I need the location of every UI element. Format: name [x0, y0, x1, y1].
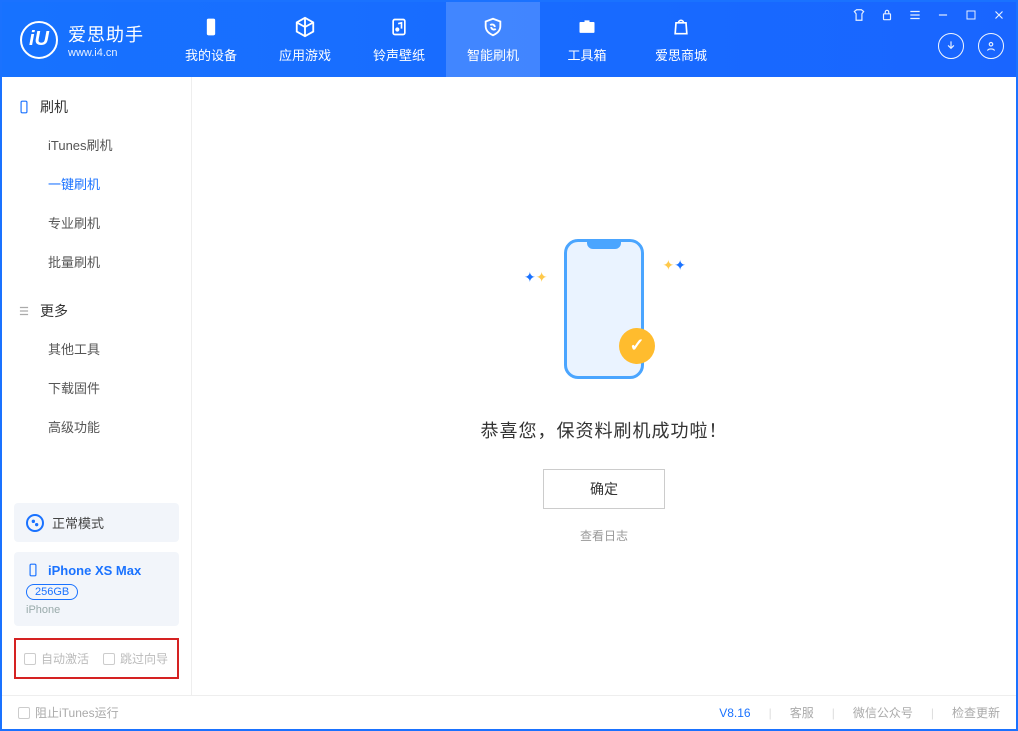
close-button[interactable] [990, 6, 1008, 24]
main-content: ✦✦ ✦✦ ✓ 恭喜您，保资料刷机成功啦！ 确定 查看日志 [192, 77, 1016, 695]
sidebar-bottom: 正常模式 iPhone XS Max 256GB iPhone 自动激活 跳过向… [2, 503, 191, 695]
checkbox-icon [18, 707, 30, 719]
separator: | [769, 706, 772, 720]
sidebar-item-itunes-flash[interactable]: iTunes刷机 [2, 125, 191, 164]
footer-link-wechat[interactable]: 微信公众号 [853, 704, 913, 721]
tab-label: 应用游戏 [279, 45, 331, 64]
view-log-link[interactable]: 查看日志 [580, 527, 628, 544]
checkbox-label: 阻止iTunes运行 [35, 704, 119, 721]
success-message: 恭喜您，保资料刷机成功啦！ [481, 417, 728, 443]
device-type: iPhone [26, 604, 167, 616]
ok-button[interactable]: 确定 [543, 469, 665, 509]
music-file-icon [387, 15, 411, 39]
logo-icon: iU [20, 21, 58, 59]
phone-notch [587, 239, 621, 249]
briefcase-icon [575, 15, 599, 39]
checkbox-block-itunes[interactable]: 阻止iTunes运行 [18, 704, 119, 721]
cube-icon [293, 15, 317, 39]
footer-link-update[interactable]: 检查更新 [952, 704, 1000, 721]
shirt-icon[interactable] [850, 6, 868, 24]
sidebar-item-batch-flash[interactable]: 批量刷机 [2, 242, 191, 281]
minimize-button[interactable] [934, 6, 952, 24]
menu-icon[interactable] [906, 6, 924, 24]
app-window: iU 爱思助手 www.i4.cn 我的设备 应用游戏 铃声壁纸 智能刷机 [0, 0, 1018, 731]
tab-label: 我的设备 [185, 45, 237, 64]
version-label: V8.16 [719, 706, 750, 720]
tab-apps[interactable]: 应用游戏 [258, 2, 352, 77]
highlight-box: 自动激活 跳过向导 [14, 638, 179, 679]
mode-icon [26, 514, 44, 532]
device-name: iPhone XS Max [48, 563, 141, 578]
success-illustration: ✦✦ ✦✦ ✓ [504, 229, 704, 389]
tab-store[interactable]: 爱思商城 [634, 2, 728, 77]
separator: | [832, 706, 835, 720]
body: 刷机 iTunes刷机 一键刷机 专业刷机 批量刷机 更多 其他工具 下载固件 … [2, 77, 1016, 695]
sidebar-item-download-firmware[interactable]: 下载固件 [2, 368, 191, 407]
separator: | [931, 706, 934, 720]
mode-label: 正常模式 [52, 513, 104, 532]
device-card[interactable]: iPhone XS Max 256GB iPhone [14, 552, 179, 626]
lock-icon[interactable] [878, 6, 896, 24]
footer: 阻止iTunes运行 V8.16 | 客服 | 微信公众号 | 检查更新 [2, 695, 1016, 729]
main-tabs: 我的设备 应用游戏 铃声壁纸 智能刷机 工具箱 爱思商城 [164, 2, 728, 77]
header-right-controls [938, 33, 1004, 59]
logo: iU 爱思助手 www.i4.cn [2, 21, 164, 59]
download-button[interactable] [938, 33, 964, 59]
checkbox-skip-wizard[interactable]: 跳过向导 [103, 650, 168, 667]
sidebar-item-advanced[interactable]: 高级功能 [2, 407, 191, 446]
tab-smart-flash[interactable]: 智能刷机 [446, 2, 540, 77]
device-icon [26, 562, 40, 578]
mode-card[interactable]: 正常模式 [14, 503, 179, 542]
bag-icon [669, 15, 693, 39]
sidebar-item-other-tools[interactable]: 其他工具 [2, 329, 191, 368]
sidebar-head-more: 更多 [2, 293, 191, 329]
footer-link-support[interactable]: 客服 [790, 704, 814, 721]
sidebar-group-more: 更多 其他工具 下载固件 高级功能 [2, 281, 191, 446]
sidebar-item-oneclick-flash[interactable]: 一键刷机 [2, 164, 191, 203]
sparkle-icon: ✦✦ [663, 257, 686, 274]
phone-outline-icon [16, 99, 32, 115]
sidebar-item-pro-flash[interactable]: 专业刷机 [2, 203, 191, 242]
checkbox-label: 自动激活 [41, 650, 89, 667]
app-subtitle: www.i4.cn [68, 47, 144, 59]
sidebar-group-flash: 刷机 iTunes刷机 一键刷机 专业刷机 批量刷机 [2, 77, 191, 281]
device-capacity: 256GB [26, 584, 78, 600]
list-icon [16, 303, 32, 319]
phone-icon [199, 15, 223, 39]
tab-label: 爱思商城 [655, 45, 707, 64]
checkbox-auto-activate[interactable]: 自动激活 [24, 650, 89, 667]
app-title: 爱思助手 [68, 21, 144, 47]
checkbox-icon [103, 653, 115, 665]
tab-label: 智能刷机 [467, 45, 519, 64]
footer-right: V8.16 | 客服 | 微信公众号 | 检查更新 [719, 704, 1000, 721]
tab-label: 工具箱 [567, 45, 606, 64]
maximize-button[interactable] [962, 6, 980, 24]
sidebar-head-label: 更多 [40, 301, 68, 321]
checkbox-label: 跳过向导 [120, 650, 168, 667]
refresh-shield-icon [481, 15, 505, 39]
checkbox-icon [24, 653, 36, 665]
tab-toolbox[interactable]: 工具箱 [540, 2, 634, 77]
sidebar-head-label: 刷机 [40, 97, 68, 117]
header: iU 爱思助手 www.i4.cn 我的设备 应用游戏 铃声壁纸 智能刷机 [2, 2, 1016, 77]
tab-my-device[interactable]: 我的设备 [164, 2, 258, 77]
sidebar-head-flash: 刷机 [2, 89, 191, 125]
sidebar: 刷机 iTunes刷机 一键刷机 专业刷机 批量刷机 更多 其他工具 下载固件 … [2, 77, 192, 695]
phone-graphic: ✓ [564, 239, 644, 379]
user-button[interactable] [978, 33, 1004, 59]
sparkle-icon: ✦✦ [524, 269, 547, 286]
tab-ringtones[interactable]: 铃声壁纸 [352, 2, 446, 77]
tab-label: 铃声壁纸 [373, 45, 425, 64]
window-controls [850, 6, 1008, 24]
check-badge-icon: ✓ [619, 328, 655, 364]
